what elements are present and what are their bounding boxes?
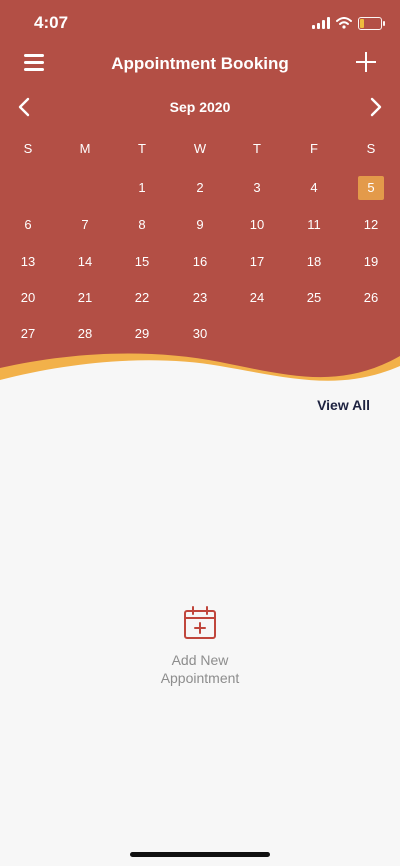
page-title: Appointment Booking	[111, 54, 289, 73]
calendar-day[interactable]: 18	[299, 250, 329, 274]
weekday-label: W	[193, 141, 207, 156]
plus-icon[interactable]	[354, 50, 378, 74]
calendar-day[interactable]: 3	[242, 176, 272, 200]
calendar-day[interactable]: 11	[299, 213, 329, 237]
wifi-icon	[336, 17, 352, 29]
calendar-day[interactable]: 17	[242, 250, 272, 274]
header-wave	[0, 353, 400, 390]
calendar-day[interactable]: 12	[356, 213, 386, 237]
calendar-day[interactable]: 14	[70, 250, 100, 274]
battery-icon	[358, 16, 385, 30]
chevron-right-icon[interactable]	[364, 96, 386, 118]
calendar-day[interactable]: 26	[356, 286, 386, 310]
calendar-day[interactable]: 28	[70, 322, 100, 346]
status-time: 4:07	[34, 13, 69, 32]
month-navigator: Sep 2020	[0, 94, 400, 122]
calendar-header: 4:07 Appointment Booking Sep 2020 S M T …	[0, 0, 400, 390]
calendar-day[interactable]: 10	[242, 213, 272, 237]
calendar-day[interactable]: 23	[185, 286, 215, 310]
calendar-day[interactable]: 24	[242, 286, 272, 310]
calendar-day[interactable]: 22	[127, 286, 157, 310]
calendar-day[interactable]: 29	[127, 322, 157, 346]
calendar-day[interactable]: 6	[13, 213, 43, 237]
home-indicator	[130, 852, 270, 857]
weekday-label: S	[366, 141, 376, 156]
weekday-label: F	[310, 141, 318, 156]
calendar-day[interactable]: 8	[127, 213, 157, 237]
calendar-day[interactable]: 7	[70, 213, 100, 237]
empty-state-line-2: Appointment	[160, 670, 240, 686]
calendar-day[interactable]: 30	[185, 322, 215, 346]
calendar-add-icon[interactable]	[183, 606, 217, 640]
calendar-day[interactable]: 1	[127, 176, 157, 200]
calendar-day[interactable]: 27	[13, 322, 43, 346]
calendar-day[interactable]: 25	[299, 286, 329, 310]
view-all-link[interactable]: View All	[317, 397, 370, 413]
calendar-day-selected[interactable]: 5	[358, 176, 384, 200]
weekday-row: SMTWTFS	[0, 141, 400, 161]
weekday-label: M	[79, 141, 91, 156]
status-icons	[312, 14, 385, 32]
signal-icon	[312, 17, 330, 29]
nav-bar: Appointment Booking	[0, 44, 400, 84]
weekday-label: S	[23, 141, 33, 156]
calendar-day[interactable]: 13	[13, 250, 43, 274]
calendar-day[interactable]: 4	[299, 176, 329, 200]
empty-state-line-1: Add New	[171, 652, 229, 668]
calendar-day[interactable]: 21	[70, 286, 100, 310]
month-label: Sep 2020	[169, 99, 231, 115]
empty-state-label[interactable]: Add New Appointment	[0, 651, 400, 687]
calendar-day[interactable]: 9	[185, 213, 215, 237]
calendar-day[interactable]: 15	[127, 250, 157, 274]
weekday-label: T	[138, 141, 146, 156]
empty-state: Add New Appointment	[0, 606, 400, 687]
calendar-day[interactable]: 19	[356, 250, 386, 274]
calendar-day[interactable]: 2	[185, 176, 215, 200]
calendar-day[interactable]: 20	[13, 286, 43, 310]
weekday-label: T	[253, 141, 261, 156]
calendar-day[interactable]: 16	[185, 250, 215, 274]
status-bar: 4:07	[0, 0, 400, 48]
